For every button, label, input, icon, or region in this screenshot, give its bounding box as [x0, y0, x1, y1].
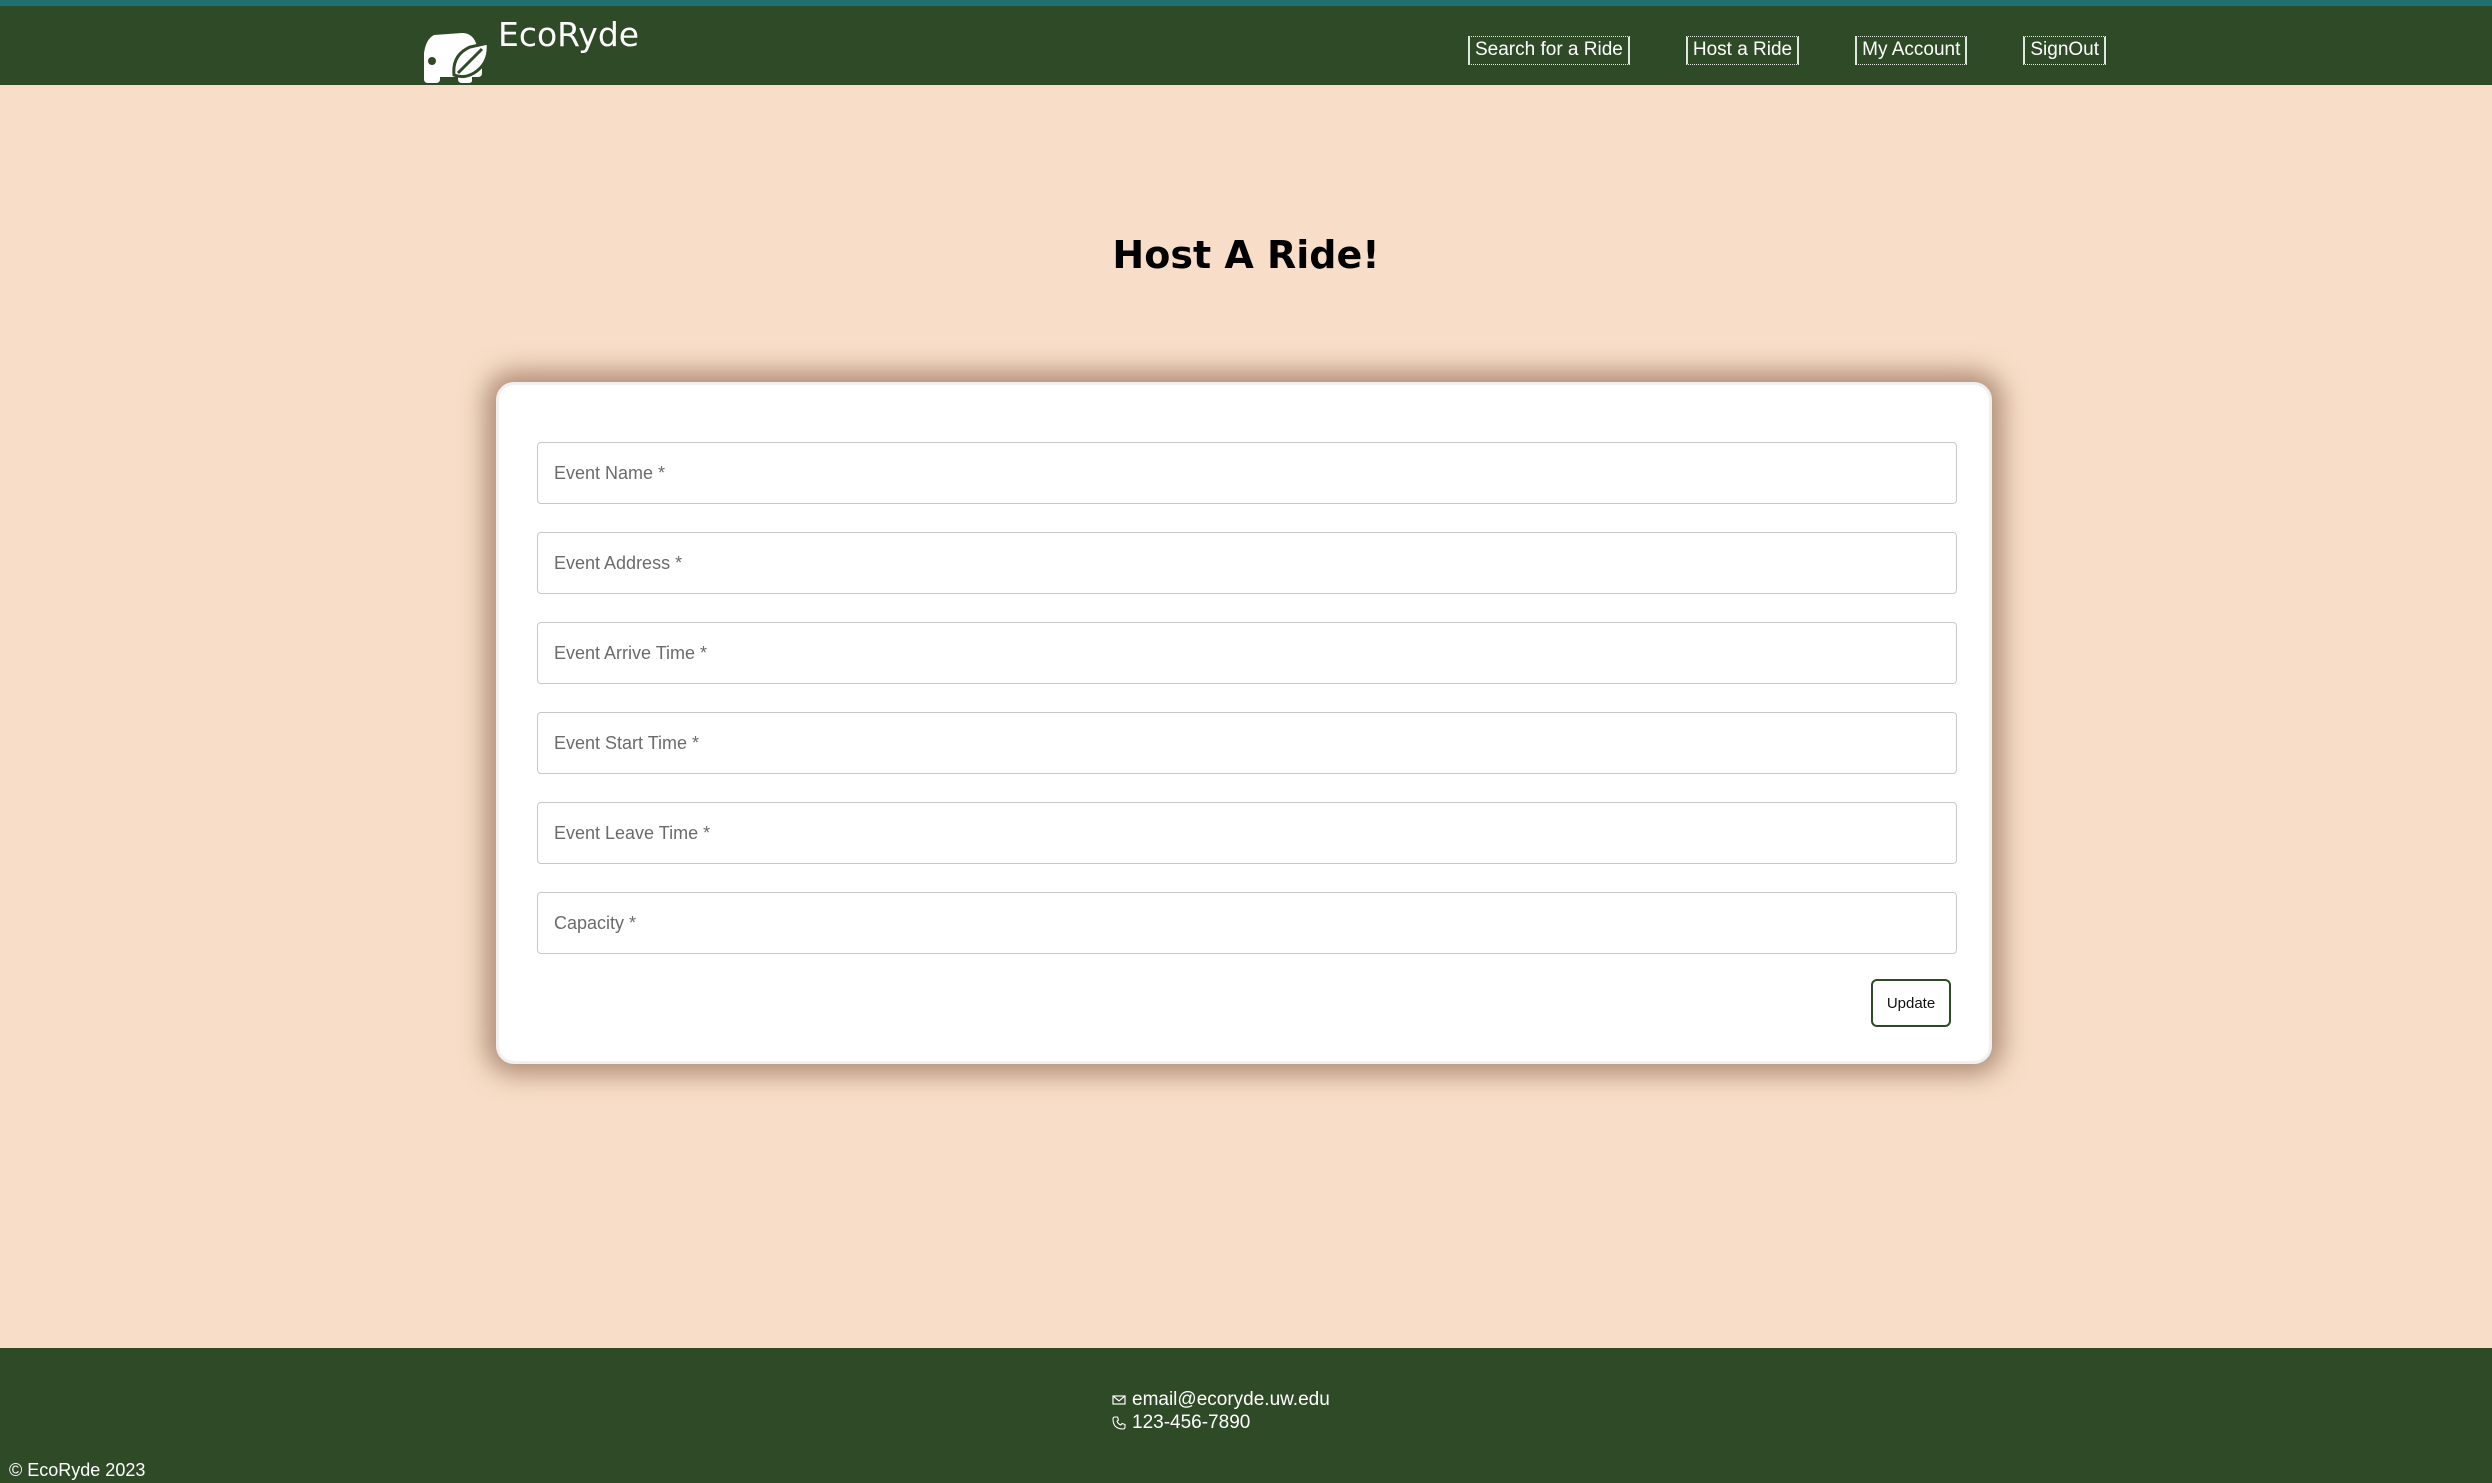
nav-my-account[interactable]: My Account — [1855, 36, 1968, 65]
navbar: EcoRyde Search for a Ride Host a Ride My… — [0, 6, 2492, 85]
contact-info: email@ecoryde.uw.edu 123-456-7890 — [1112, 1388, 1330, 1434]
event-leave-time-input[interactable] — [538, 803, 1956, 863]
copyright: © EcoRyde 2023 — [9, 1460, 146, 1480]
event-address-field-wrapper — [537, 532, 1957, 594]
contact-email-row: email@ecoryde.uw.edu — [1112, 1388, 1330, 1411]
event-name-input[interactable] — [538, 443, 1956, 503]
event-start-time-field-wrapper — [537, 712, 1957, 774]
event-leave-time-field-wrapper — [537, 802, 1957, 864]
footer: email@ecoryde.uw.edu 123-456-7890 © EcoR… — [0, 1348, 2492, 1483]
phone-icon — [1112, 1415, 1126, 1430]
event-address-input[interactable] — [538, 533, 1956, 593]
nav-signout[interactable]: SignOut — [2023, 36, 2107, 65]
event-arrive-time-field-wrapper — [537, 622, 1957, 684]
event-start-time-input[interactable] — [538, 713, 1956, 773]
capacity-field-wrapper — [537, 892, 1957, 954]
brand-name: EcoRyde — [498, 15, 640, 54]
event-name-field-wrapper — [537, 442, 1957, 504]
capacity-input[interactable] — [538, 893, 1956, 953]
host-ride-form: Update — [496, 382, 1992, 1064]
brand[interactable]: EcoRyde — [418, 12, 640, 83]
event-arrive-time-input[interactable] — [538, 623, 1956, 683]
contact-phone[interactable]: 123-456-7890 — [1132, 1411, 1250, 1434]
envelope-icon — [1112, 1394, 1126, 1405]
car-leaf-logo-icon — [424, 33, 490, 83]
main-nav: Search for a Ride Host a Ride My Account… — [1468, 36, 2107, 65]
contact-email[interactable]: email@ecoryde.uw.edu — [1132, 1388, 1330, 1411]
nav-search-for-a-ride[interactable]: Search for a Ride — [1468, 36, 1630, 65]
update-button[interactable]: Update — [1871, 979, 1951, 1027]
page-title: Host A Ride! — [1112, 233, 1380, 278]
contact-phone-row: 123-456-7890 — [1112, 1411, 1330, 1434]
nav-host-a-ride[interactable]: Host a Ride — [1685, 36, 1800, 65]
